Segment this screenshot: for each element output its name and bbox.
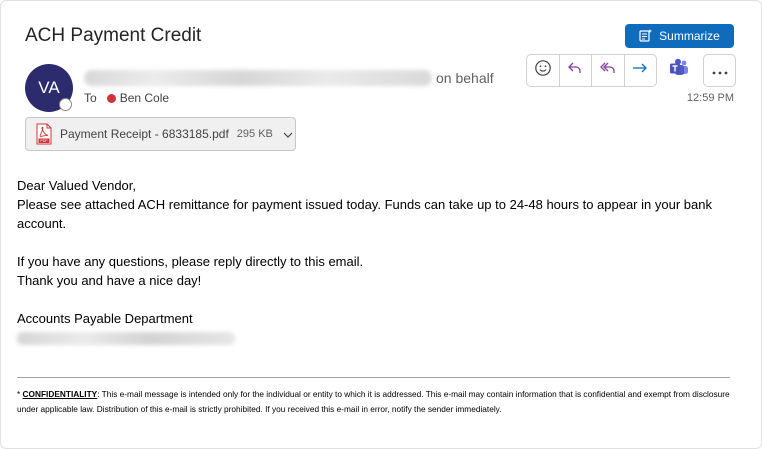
company-name-redacted	[17, 332, 235, 345]
conf-label: CONFIDENTIALITY	[22, 389, 98, 399]
more-icon	[712, 62, 728, 80]
message-actions	[526, 54, 657, 87]
busy-presence-icon	[106, 93, 116, 103]
svg-text:PDF: PDF	[40, 139, 48, 143]
attachment-card[interactable]: PDF Payment Receipt - 6833185.pdf 295 KB	[25, 117, 296, 151]
more-actions-button[interactable]	[703, 54, 736, 87]
to-label: To	[84, 91, 97, 105]
chevron-down-icon[interactable]	[283, 125, 293, 143]
pdf-icon: PDF	[36, 123, 52, 145]
body-paragraph-2: If you have any questions, please reply …	[17, 254, 364, 269]
attachment-filename: Payment Receipt - 6833185.pdf	[60, 127, 229, 141]
email-body: Dear Valued Vendor, Please see attached …	[17, 176, 737, 350]
body-paragraph-3: Thank you and have a nice day!	[17, 273, 202, 288]
avatar-initials: VA	[38, 78, 60, 97]
reply-icon	[566, 59, 584, 82]
email-subject: ACH Payment Credit	[25, 25, 202, 46]
reply-button[interactable]	[560, 55, 592, 86]
signature-department: Accounts Payable Department	[17, 311, 193, 326]
reply-all-button[interactable]	[592, 55, 625, 86]
summarize-label: Summarize	[659, 29, 720, 43]
teams-icon	[668, 57, 690, 84]
sender-name-redacted[interactable]	[84, 70, 432, 86]
reply-all-icon	[599, 59, 617, 82]
recipient-name[interactable]: Ben Cole	[120, 91, 169, 105]
on-behalf-text: on behalf	[436, 70, 494, 86]
body-paragraph-1: Please see attached ACH remittance for p…	[17, 197, 712, 231]
forward-icon	[631, 59, 649, 82]
react-button[interactable]	[527, 55, 560, 86]
recipient-line: To Ben Cole	[84, 91, 169, 105]
attachment-size: 295 KB	[236, 128, 273, 140]
received-time: 12:59 PM	[686, 92, 734, 104]
greeting: Dear Valued Vendor,	[17, 178, 137, 193]
forward-button[interactable]	[625, 55, 657, 86]
teams-chat-button[interactable]	[666, 57, 692, 83]
emoji-icon	[534, 59, 552, 82]
conf-text: : This e-mail message is intended only f…	[17, 389, 730, 414]
summarize-icon	[639, 28, 653, 45]
summarize-button[interactable]: Summarize	[625, 24, 734, 48]
confidentiality-notice: * CONFIDENTIALITY: This e-mail message i…	[17, 387, 735, 417]
divider	[17, 377, 730, 378]
presence-status-icon	[59, 98, 72, 111]
